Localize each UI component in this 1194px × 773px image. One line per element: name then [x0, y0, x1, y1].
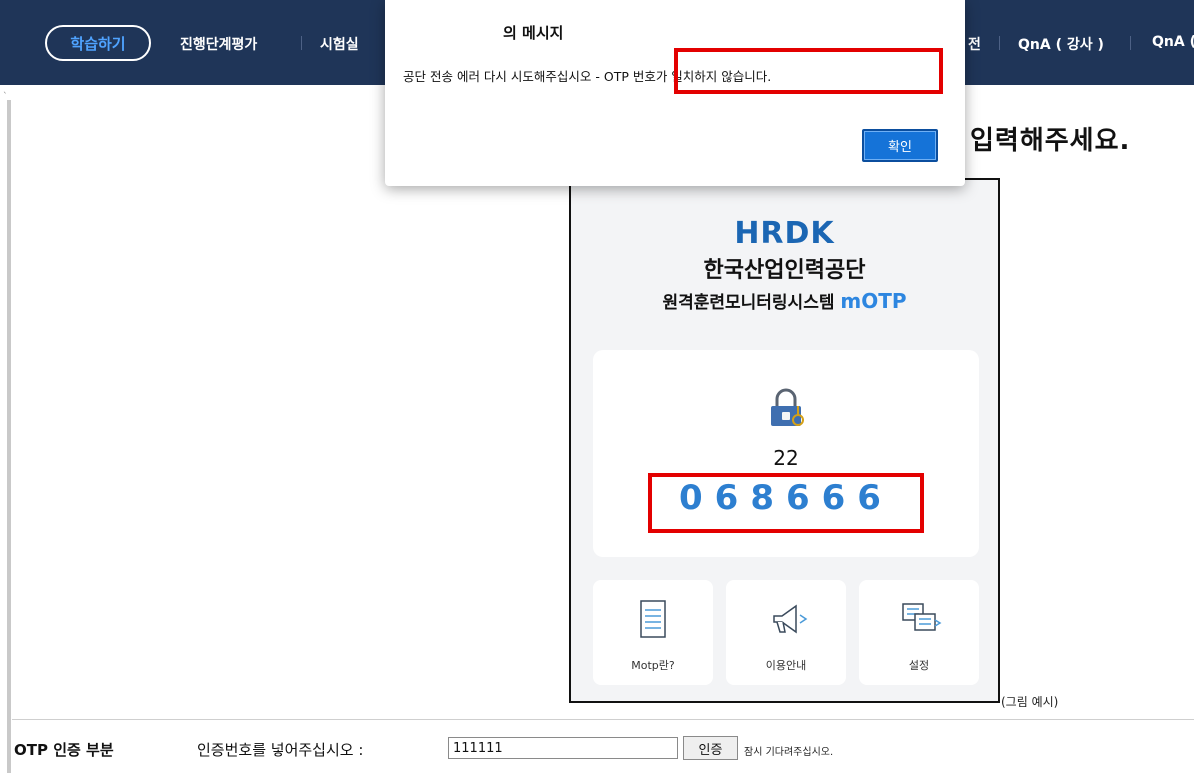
otp-input[interactable] [448, 737, 678, 759]
otp-card: 22 068666 [593, 350, 979, 557]
nav-item-partial[interactable]: 전 [968, 34, 981, 54]
section-divider [12, 719, 1194, 720]
left-divider [7, 100, 11, 773]
nav-item-qna-partial[interactable]: QnA ( [1152, 34, 1194, 50]
tile-settings[interactable]: 설정 [859, 580, 979, 685]
chat-bubbles-icon [902, 603, 942, 631]
otp-section-label: OTP 인증 부분 [14, 741, 114, 759]
page-heading: 입력해주세요. [970, 126, 1131, 156]
megaphone-icon [773, 604, 808, 634]
nav-separator [1130, 36, 1131, 50]
hrdk-logo: HRDK [734, 216, 835, 251]
tile-label: 설정 [908, 659, 930, 672]
authenticate-button[interactable]: 인증 [683, 736, 738, 760]
confirm-button[interactable]: 확인 [862, 129, 938, 162]
org-name: 한국산업인력공단 [703, 258, 866, 283]
tile-label: 이용안내 [765, 659, 807, 672]
tile-usage-guide[interactable]: 이용안내 [726, 580, 846, 685]
tab-learning[interactable]: 학습하기 [45, 25, 151, 61]
nav-item-qna-instructor[interactable]: QnA ( 강사 ) [1018, 34, 1104, 54]
otp-prompt-label: 인증번호를 넣어주십시오 : [197, 741, 364, 759]
message-highlight-box [674, 48, 943, 94]
otp-highlight-box [648, 473, 924, 533]
wait-message: 잠시 기다려주십시오. [744, 747, 834, 758]
nav-item-progress-evaluation[interactable]: 진행단계평가 [180, 34, 257, 54]
document-icon [640, 600, 666, 638]
tile-label: Motp란? [631, 659, 675, 672]
nav-item-exam-room[interactable]: 시험실 [320, 34, 359, 54]
system-name: 원격훈련모니터링시스템 mOTP [571, 288, 998, 313]
nav-separator [999, 36, 1000, 50]
motp-illustration: HRDK 한국산업인력공단 원격훈련모니터링시스템 mOTP 22 068666… [569, 178, 1000, 703]
otp-countdown: 22 [773, 446, 799, 470]
system-name-text: 원격훈련모니터링시스템 [662, 293, 835, 313]
alert-dialog: 의 메시지 공단 전송 에러 다시 시도해주십시오 - OTP 번호가 일치하지… [385, 0, 965, 186]
nav-separator [301, 36, 302, 50]
dialog-title: 의 메시지 [503, 24, 564, 42]
system-name-accent: mOTP [840, 289, 907, 313]
tile-motp-info[interactable]: Motp란? [593, 580, 713, 685]
figure-caption: (그림 예시) [1001, 695, 1059, 709]
lock-key-icon [771, 388, 804, 426]
